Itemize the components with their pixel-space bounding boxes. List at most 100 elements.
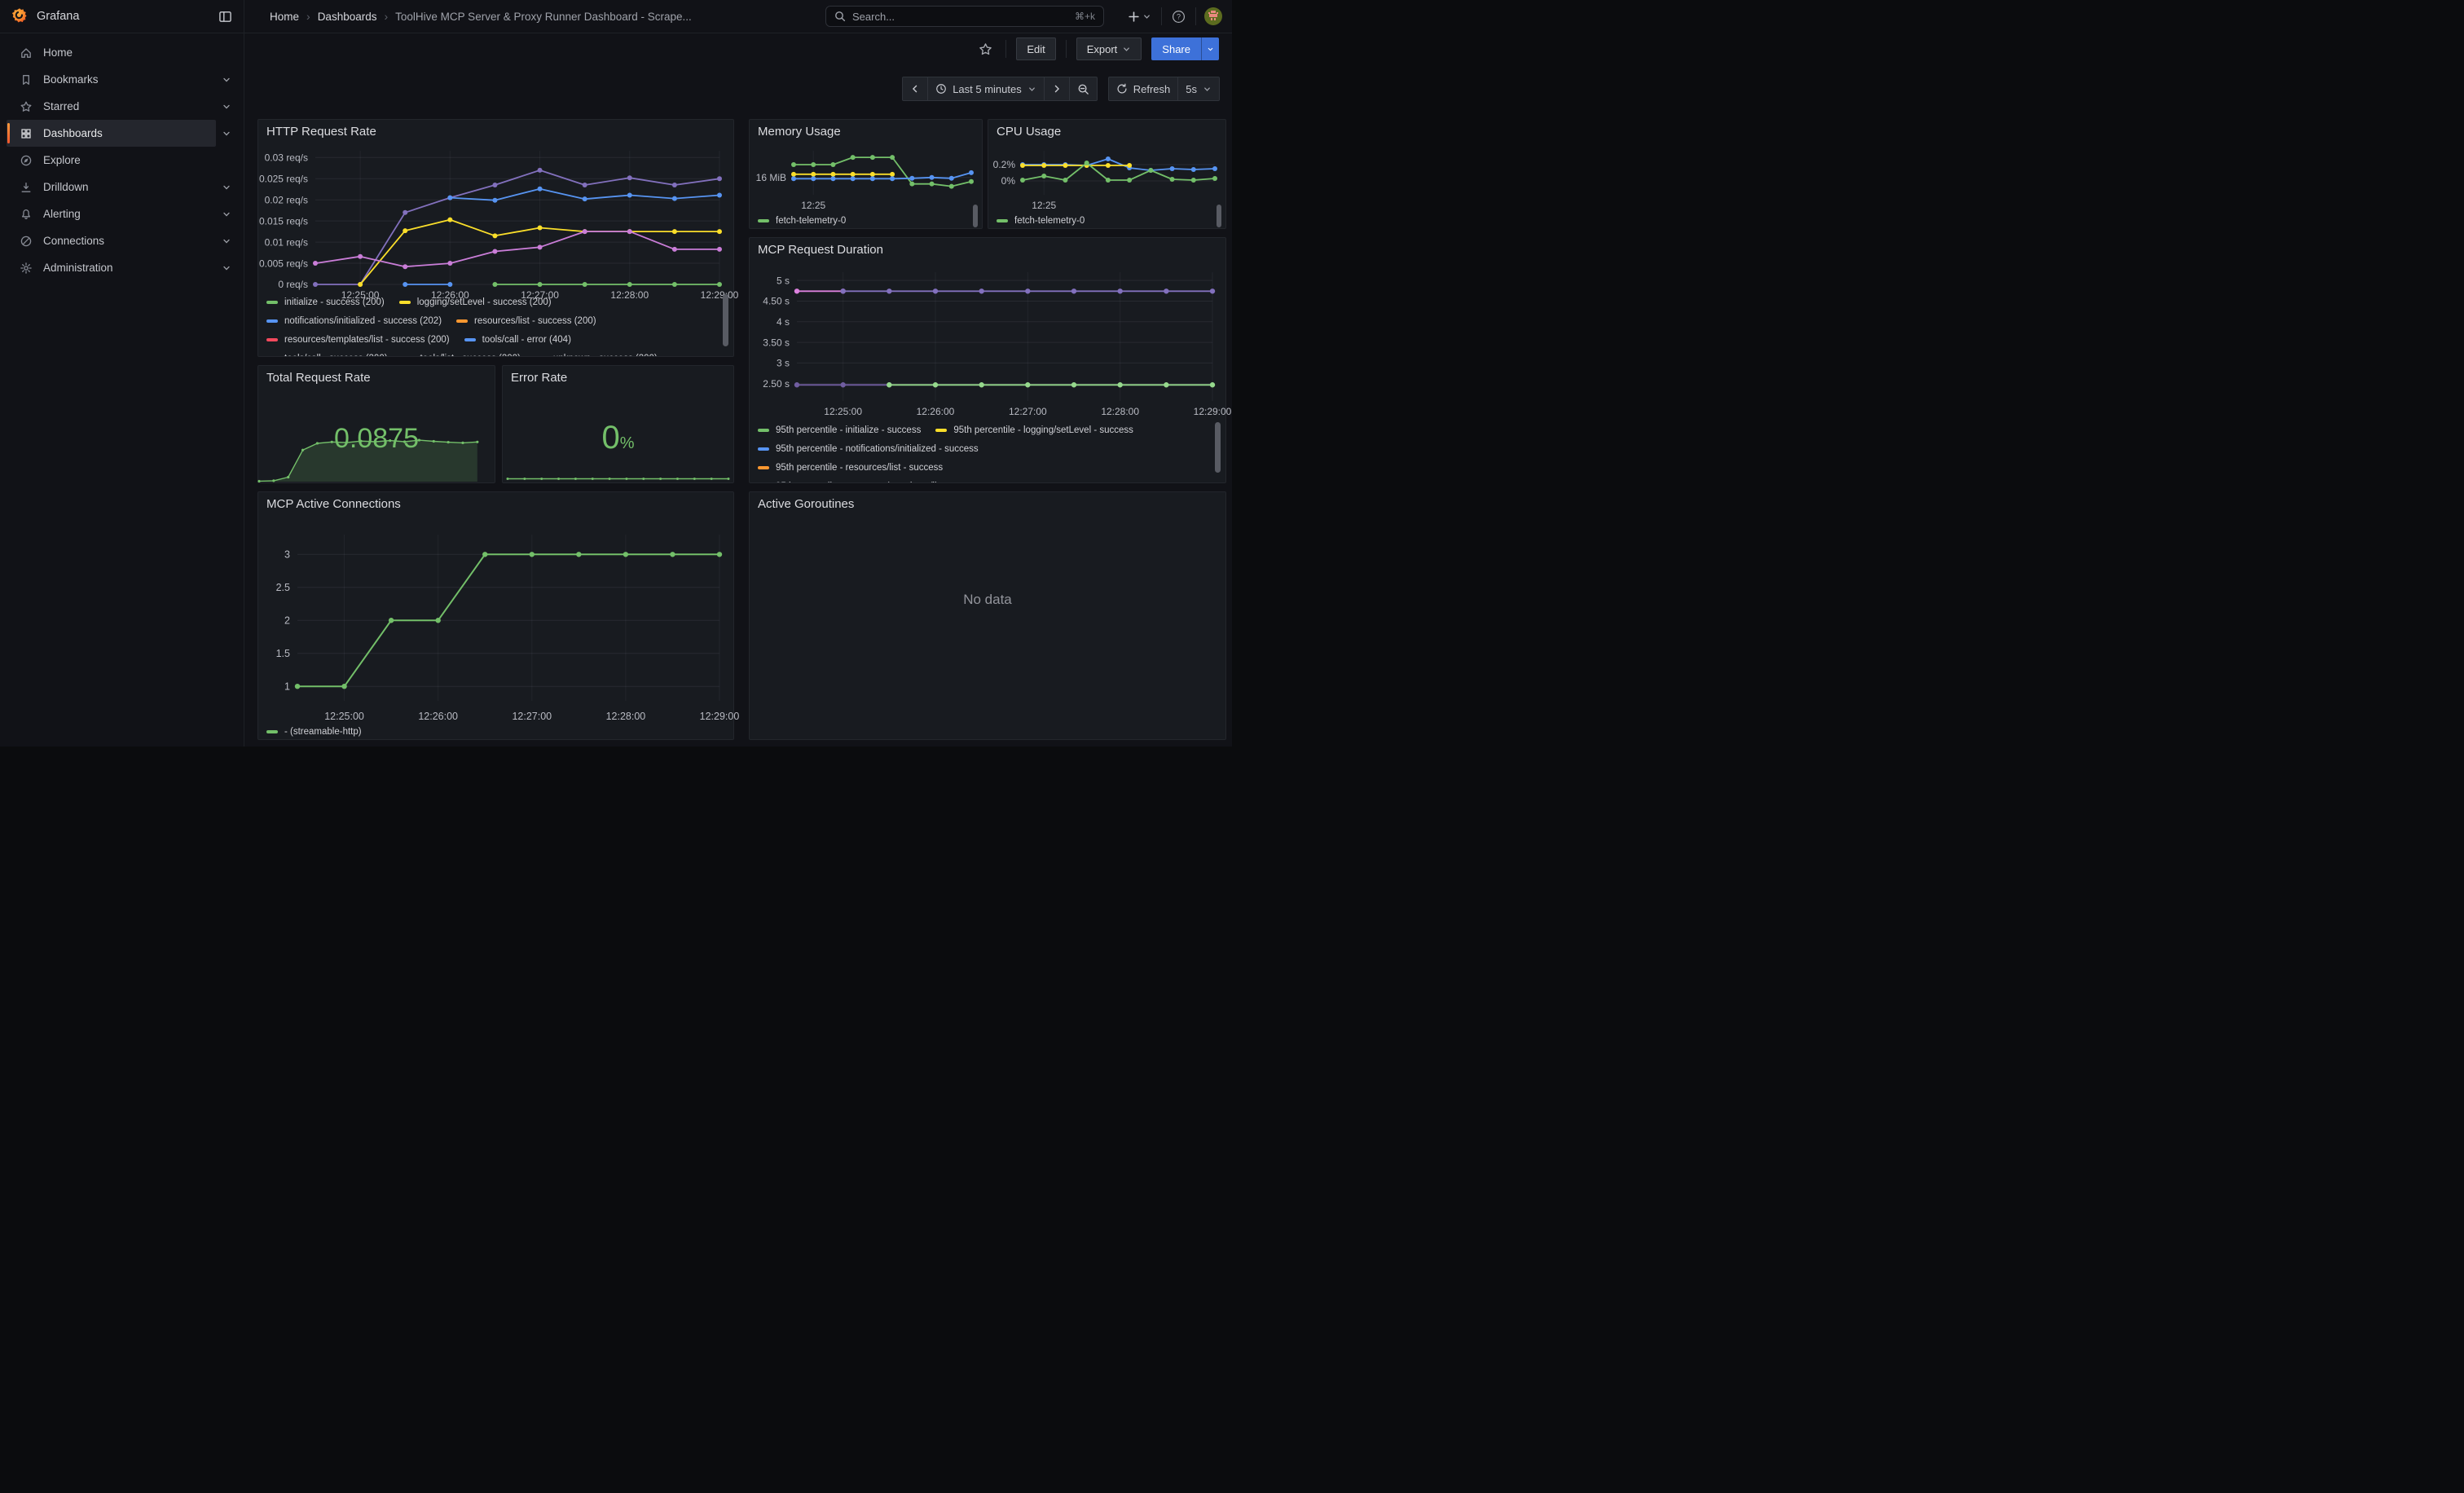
mcp-request-duration-chart: 12:25:0012:26:0012:27:0012:28:0012:29:00… — [753, 266, 1219, 417]
chevron-down-icon[interactable] — [216, 174, 237, 200]
search-input[interactable]: Search... ⌘+k — [825, 6, 1104, 27]
apps-icon — [20, 127, 33, 140]
legend-item[interactable]: fetch-telemetry-0 — [758, 216, 846, 226]
svg-text:0 req/s: 0 req/s — [278, 279, 308, 290]
legend-label: notifications/initialized - success (202… — [284, 316, 442, 326]
panel-title: CPU Usage — [997, 125, 1061, 139]
export-button[interactable]: Export — [1076, 37, 1142, 60]
sidebar-item-drilldown[interactable]: Drilldown — [7, 174, 216, 200]
sidebar-item-alerting[interactable]: Alerting — [7, 200, 216, 227]
avatar[interactable] — [1204, 7, 1222, 25]
chevron-down-icon[interactable] — [216, 120, 237, 147]
panel-title: MCP Active Connections — [266, 497, 401, 511]
brand-name: Grafana — [37, 10, 79, 23]
share-button[interactable]: Share — [1151, 37, 1201, 60]
sidebar-row: Connections — [7, 227, 237, 254]
sidebar-item-starred[interactable]: Starred — [7, 93, 216, 120]
legend-item[interactable]: 95th percentile - logging/setLevel - suc… — [935, 425, 1133, 435]
legend-item[interactable]: 95th percentile - notifications/initiali… — [758, 444, 979, 454]
panel-cpu-usage[interactable]: CPU Usage 12:250.2%0% fetch-telemetry-0 — [988, 119, 1226, 229]
add-button[interactable] — [1126, 9, 1153, 24]
svg-text:5 s: 5 s — [777, 275, 790, 286]
grafana-logo-icon[interactable] — [11, 7, 29, 25]
bookmark-icon — [20, 73, 33, 86]
dock-sidebar-icon[interactable] — [218, 10, 232, 24]
sidebar-item-label: Administration — [43, 262, 113, 274]
legend-scrollbar[interactable] — [1217, 205, 1221, 227]
legend-row: fetch-telemetry-0 — [758, 211, 969, 229]
zoom-out-icon[interactable] — [1069, 77, 1098, 101]
help-icon[interactable]: ? — [1170, 8, 1187, 25]
chevron-down-icon[interactable] — [216, 66, 237, 93]
panel-error-rate[interactable]: Error Rate 0% — [502, 365, 734, 483]
legend-item[interactable]: initialize - success (200) — [266, 297, 385, 307]
refresh-interval-picker[interactable]: 5s — [1177, 77, 1220, 101]
legend-label: resources/list - success (200) — [474, 316, 596, 326]
legend-label: fetch-telemetry-0 — [1014, 216, 1085, 226]
chevron-down-icon[interactable] — [216, 254, 237, 281]
brand: Grafana — [0, 0, 244, 33]
sidebar-row: Drilldown — [7, 174, 237, 200]
header-actions: ? — [1126, 0, 1232, 33]
legend-item[interactable]: - (streamable-http) — [266, 727, 362, 737]
share-menu-button[interactable] — [1201, 37, 1219, 60]
legend-row: 95th percentile - resources/templates/li… — [758, 477, 1206, 482]
svg-text:16 MiB: 16 MiB — [756, 172, 786, 183]
legend-row: resources/templates/list - success (200)… — [266, 330, 715, 349]
panel-http-request-rate[interactable]: HTTP Request Rate 12:25:0012:26:0012:27:… — [257, 119, 734, 357]
legend-item[interactable]: fetch-telemetry-0 — [997, 216, 1085, 226]
legend-scrollbar[interactable] — [723, 294, 728, 346]
star-icon[interactable] — [975, 37, 996, 60]
legend-scrollbar[interactable] — [973, 205, 978, 227]
plug-icon — [20, 235, 33, 248]
legend-item[interactable]: resources/templates/list - success (200) — [266, 335, 450, 345]
legend-item[interactable]: unknown - success (200) — [535, 354, 658, 357]
svg-text:12:28:00: 12:28:00 — [606, 711, 646, 722]
sidebar-item-bookmarks[interactable]: Bookmarks — [7, 66, 216, 93]
legend-item[interactable]: tools/call - success (200) — [266, 354, 388, 357]
dashboard-canvas: Last 5 minutes Refresh — [244, 65, 1232, 746]
chevron-down-icon[interactable] — [216, 93, 237, 120]
dashboard-toolbar: Edit Export Share — [244, 33, 1232, 65]
memory-legend: fetch-telemetry-0 — [758, 211, 969, 229]
divider — [1005, 40, 1006, 58]
panel-mcp-request-duration[interactable]: MCP Request Duration 12:25:0012:26:0012:… — [749, 237, 1226, 483]
legend-item[interactable]: tools/list - success (200) — [403, 354, 521, 357]
svg-text:12:26:00: 12:26:00 — [418, 711, 458, 722]
edit-button[interactable]: Edit — [1016, 37, 1055, 60]
legend-item[interactable]: logging/setLevel - success (200) — [399, 297, 552, 307]
sidebar-item-connections[interactable]: Connections — [7, 227, 216, 254]
sidebar-item-administration[interactable]: Administration — [7, 254, 216, 281]
sidebar-item-home[interactable]: Home — [7, 39, 237, 66]
panel-title: Total Request Rate — [266, 371, 371, 385]
sidebar-item-label: Bookmarks — [43, 73, 99, 86]
sidebar-row: Bookmarks — [7, 66, 237, 93]
compass-icon — [20, 154, 33, 167]
panel-memory-usage[interactable]: Memory Usage 12:2516 MiB fetch-telemetry… — [749, 119, 983, 229]
panel-active-goroutines[interactable]: Active Goroutines No data — [749, 491, 1226, 740]
time-range-picker[interactable]: Last 5 minutes — [927, 77, 1045, 101]
panel-total-request-rate[interactable]: Total Request Rate 0.0875 — [257, 365, 495, 483]
breadcrumb-home[interactable]: Home — [270, 11, 299, 23]
time-back-button[interactable] — [902, 77, 928, 101]
legend-item[interactable]: 95th percentile - initialize - success — [758, 425, 921, 435]
refresh-button[interactable]: Refresh — [1108, 77, 1179, 101]
panel-mcp-active-connections[interactable]: MCP Active Connections 12:25:0012:26:001… — [257, 491, 734, 740]
legend-item[interactable]: 95th percentile - resources/list - succe… — [758, 463, 943, 473]
legend-item[interactable]: resources/list - success (200) — [456, 316, 596, 326]
svg-text:12:28:00: 12:28:00 — [1101, 406, 1139, 417]
chevron-down-icon[interactable] — [216, 200, 237, 227]
legend-scrollbar[interactable] — [1215, 422, 1221, 473]
legend-item[interactable]: 95th percentile - resources/templates/li… — [758, 482, 986, 483]
chevron-down-icon[interactable] — [216, 227, 237, 254]
legend-item[interactable]: tools/call - error (404) — [464, 335, 571, 345]
legend-item[interactable]: notifications/initialized - success (202… — [266, 316, 442, 326]
legend-label: - (streamable-http) — [284, 727, 362, 737]
legend-swatch — [456, 319, 468, 323]
time-forward-button[interactable] — [1044, 77, 1070, 101]
breadcrumb-dashboards[interactable]: Dashboards — [318, 11, 377, 23]
sidebar-item-dashboards[interactable]: Dashboards — [7, 120, 216, 147]
sidebar-item-explore[interactable]: Explore — [7, 147, 237, 174]
legend-row: notifications/initialized - success (202… — [266, 311, 715, 330]
mcp-active-connections-chart: 12:25:0012:26:0012:27:0012:28:0012:29:00… — [262, 528, 728, 722]
